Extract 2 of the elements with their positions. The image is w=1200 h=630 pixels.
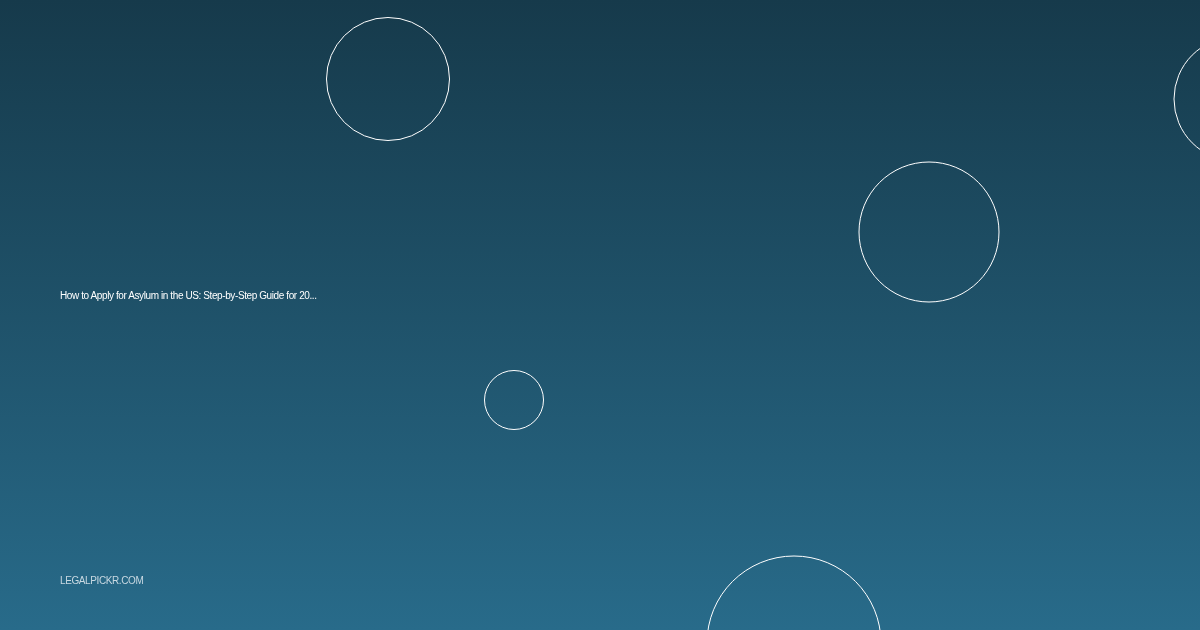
site-name: LEGALPICKR.COM <box>60 574 145 588</box>
article-title: How to Apply for Asylum in the US: Step-by-Step Guide for 20... <box>60 289 318 303</box>
